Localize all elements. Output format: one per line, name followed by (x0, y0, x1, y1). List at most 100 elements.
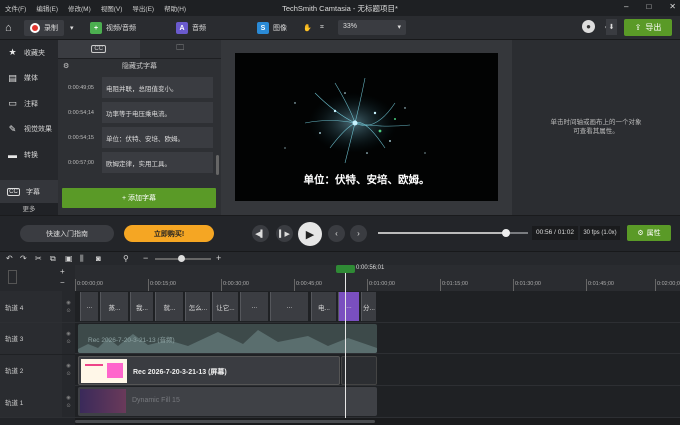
menu-item[interactable]: 视图(V) (101, 3, 123, 13)
caption-row[interactable]: 0:00:54;15 单位：伏特、安培、欧姆。 (62, 127, 213, 148)
audio-clip-label: Rec 2026-7-20-3-21-13 (音频) (88, 336, 175, 344)
caption-clip[interactable]: 分... (361, 292, 376, 321)
audio-clip[interactable]: Rec 2026-7-20-3-21-13 (音频) (78, 323, 377, 353)
add-caption-button[interactable]: + 添加字幕 (62, 188, 216, 208)
redo-icon[interactable]: ↷ (20, 254, 27, 263)
previous-clip-button[interactable]: ‹ (328, 225, 345, 242)
caption-clip[interactable]: ... (270, 292, 308, 321)
caption-clip[interactable]: ... (80, 292, 98, 321)
visibility-icon[interactable]: ◉ (66, 363, 70, 369)
track-name[interactable]: 轨道 4 (0, 291, 62, 322)
track-name[interactable]: 轨道 1 (0, 386, 62, 418)
caption-clip[interactable]: 怎么... (185, 292, 210, 321)
playhead-line[interactable] (345, 265, 346, 418)
sidebar-item-star[interactable]: ★ 收藏夹 (0, 40, 58, 66)
maximize-icon[interactable]: □ (646, 2, 651, 11)
add-track-icon[interactable]: + (60, 267, 65, 276)
gear-icon[interactable]: ⚙ (63, 62, 69, 70)
sidebar-item-transition[interactable]: ▬ 转换 (0, 142, 58, 168)
sidebar-item-media[interactable]: ▤ 媒体 (0, 66, 58, 92)
menu-item[interactable]: 帮助(H) (164, 3, 186, 13)
track-name[interactable]: 轨道 3 (0, 322, 62, 354)
tab-image[interactable]: S 图像 (257, 20, 287, 36)
track-controls: ◉ ⊙ (62, 354, 75, 386)
menu-item[interactable]: 文件(F) (5, 3, 26, 13)
record-button[interactable]: 录制 (24, 20, 64, 36)
menu-item[interactable]: 编辑(E) (36, 3, 58, 13)
close-icon[interactable]: ✕ (669, 2, 676, 11)
tab-caption-import[interactable]: 🗀 (140, 40, 222, 58)
caption-text[interactable]: 单位：伏特、安培、欧姆。 (102, 127, 213, 148)
caption-clip[interactable]: ... (338, 292, 359, 321)
visibility-icon[interactable]: ◉ (66, 395, 70, 401)
undo-icon[interactable]: ↶ (6, 254, 13, 263)
zoom-out-icon[interactable]: − (143, 253, 148, 263)
panel-scrollbar[interactable] (216, 155, 219, 175)
avatar[interactable]: ● (582, 18, 595, 34)
more-button[interactable]: 更多 (0, 203, 58, 215)
caption-clip[interactable]: 我... (130, 292, 153, 321)
copy-icon[interactable]: ⧉ (50, 254, 56, 264)
minimize-icon[interactable]: – (624, 2, 628, 11)
sidebar-item-visual-effects[interactable]: ✎ 视觉效果 (0, 117, 58, 143)
cut-icon[interactable]: ✂ (35, 254, 42, 263)
split-icon[interactable]: ⫼ (80, 254, 84, 264)
play-button[interactable]: ▶ (298, 222, 322, 246)
caption-clip[interactable]: 蒸... (100, 292, 128, 321)
step-forward-icon: ▍▶ (279, 230, 290, 238)
previous-frame-button[interactable]: ◀▍ (252, 225, 269, 242)
remove-track-icon[interactable]: − (60, 278, 65, 287)
fps-display[interactable]: 30 fps (1.0x) (580, 226, 620, 240)
tab-video-audio[interactable]: + 视频/音频 (90, 20, 136, 36)
zoom-select[interactable]: 33% ▾ (338, 20, 406, 35)
buy-now-button[interactable]: 立即购买! (124, 225, 214, 242)
lock-icon[interactable]: ⊙ (66, 339, 70, 345)
caption-clip[interactable]: 让它... (212, 292, 238, 321)
caption-text[interactable]: 功率等于电压乘电流。 (102, 102, 213, 123)
screen-clip[interactable]: Rec 2026-7-20-3-21-13 (屏幕) (78, 355, 340, 385)
pan-tool-icon[interactable]: ✋ (303, 20, 312, 36)
properties-button[interactable]: ⚙ 属性 (627, 225, 671, 241)
sidebar-item-captions[interactable]: CC 字幕 (0, 179, 58, 205)
lock-icon[interactable]: ⊙ (66, 371, 70, 377)
track-name[interactable]: 轨道 2 (0, 354, 62, 386)
visibility-icon[interactable]: ◉ (66, 331, 70, 337)
zoom-search-icon[interactable]: ⚲ (123, 254, 129, 263)
snapshot-icon[interactable]: ◙ (96, 254, 101, 263)
zoom-in-icon[interactable]: + (216, 253, 221, 263)
caption-text[interactable]: 欧姆定律，实用工具。 (102, 152, 213, 173)
screen-clip-continued[interactable] (341, 355, 377, 385)
zoom-slider-handle[interactable] (178, 255, 185, 262)
quick-start-guide-button[interactable]: 快速入门指南 (20, 225, 114, 242)
download-icon[interactable]: ⬇ (606, 19, 617, 35)
caption-row[interactable]: 0:00:57;00 欧姆定律，实用工具。 (62, 152, 213, 173)
timeline-scrollbar[interactable] (75, 418, 680, 425)
seek-handle[interactable] (502, 229, 510, 237)
tab-captions[interactable]: CC (58, 40, 140, 58)
crop-icon[interactable]: ⌗ (320, 20, 324, 36)
lock-icon[interactable]: ⊙ (66, 403, 70, 409)
caption-clip[interactable]: 电... (311, 292, 336, 321)
caption-clip[interactable]: ... (240, 292, 268, 321)
menu-item[interactable]: 导出(E) (132, 3, 154, 13)
menu-item[interactable]: 修改(M) (68, 3, 91, 13)
sidebar-item-annotation[interactable]: ▭ 注释 (0, 91, 58, 117)
tab-audio[interactable]: A 音频 (176, 20, 206, 36)
canvas-area: 单位：伏特、安培、欧姆。 (221, 40, 512, 215)
playhead-handle[interactable] (336, 265, 355, 273)
next-frame-button[interactable]: ▍▶ (276, 225, 293, 242)
caption-row[interactable]: 0:00:49;05 电阻并联，总阻值变小。 (62, 77, 213, 98)
next-clip-button[interactable]: › (350, 225, 367, 242)
video-preview[interactable]: 单位：伏特、安培、欧姆。 (235, 53, 498, 201)
magnet-icon[interactable] (8, 270, 17, 284)
lock-icon[interactable]: ⊙ (66, 308, 70, 314)
paste-icon[interactable]: ▣ (65, 254, 73, 263)
caption-row[interactable]: 0:00:54;14 功率等于电压乘电流。 (62, 102, 213, 123)
home-icon[interactable]: ⌂ (5, 20, 12, 36)
caption-clip[interactable]: 就... (155, 292, 183, 321)
visibility-icon[interactable]: ◉ (66, 300, 70, 306)
dynamic-fill-clip[interactable]: Dynamic Fill 15 (78, 387, 377, 417)
dropdown-chevron-icon[interactable]: ▾ (70, 20, 74, 36)
export-button[interactable]: ⇪ 导出 (624, 19, 672, 36)
caption-text[interactable]: 电阻并联，总阻值变小。 (102, 77, 213, 98)
